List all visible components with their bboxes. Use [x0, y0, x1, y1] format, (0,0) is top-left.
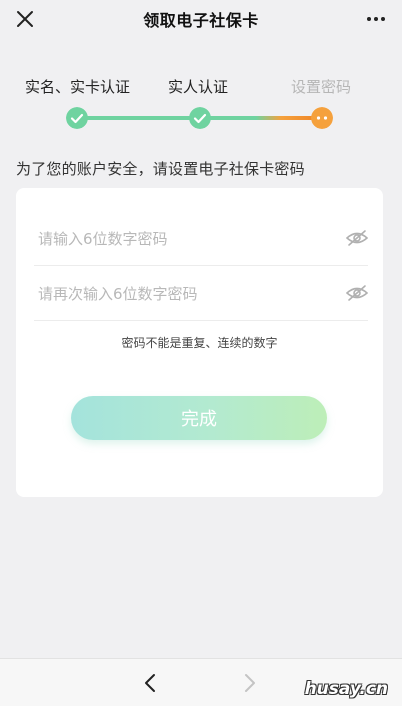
bottom-toolbar: husay.cn [0, 658, 402, 706]
password-rule-text: 密码不能是重复、连续的数字 [121, 336, 278, 350]
close-icon[interactable] [14, 8, 36, 30]
confirm-password-input[interactable] [38, 281, 328, 307]
confirm-password-field [34, 267, 368, 321]
password-card: 密码不能是重复、连续的数字 完成 [16, 188, 383, 497]
nav-bar: 领取电子社保卡 [0, 0, 402, 38]
more-icon[interactable] [364, 8, 388, 30]
step-done-check-icon [189, 107, 211, 129]
done-button[interactable]: 完成 [71, 396, 327, 440]
password-input[interactable] [38, 226, 328, 252]
step-label-set-password: 设置密码 [291, 78, 352, 96]
chevron-right-icon[interactable] [240, 671, 260, 695]
security-hint: 为了您的账户安全，请设置电子社保卡密码 [16, 160, 305, 178]
step-connector-1 [87, 116, 191, 120]
eye-hidden-icon[interactable] [346, 229, 368, 247]
watermark: husay.cn [304, 679, 388, 699]
step-label-realperson: 实人认证 [168, 78, 229, 96]
step-connector-2 [210, 116, 312, 120]
eye-hidden-icon[interactable] [346, 284, 368, 302]
password-field [34, 212, 368, 266]
step-label-realname: 实名、实卡认证 [25, 78, 131, 96]
step-done-check-icon [66, 107, 88, 129]
page-title: 领取电子社保卡 [143, 11, 259, 30]
chevron-left-icon[interactable] [140, 671, 160, 695]
step-current-dots-icon [311, 107, 333, 129]
